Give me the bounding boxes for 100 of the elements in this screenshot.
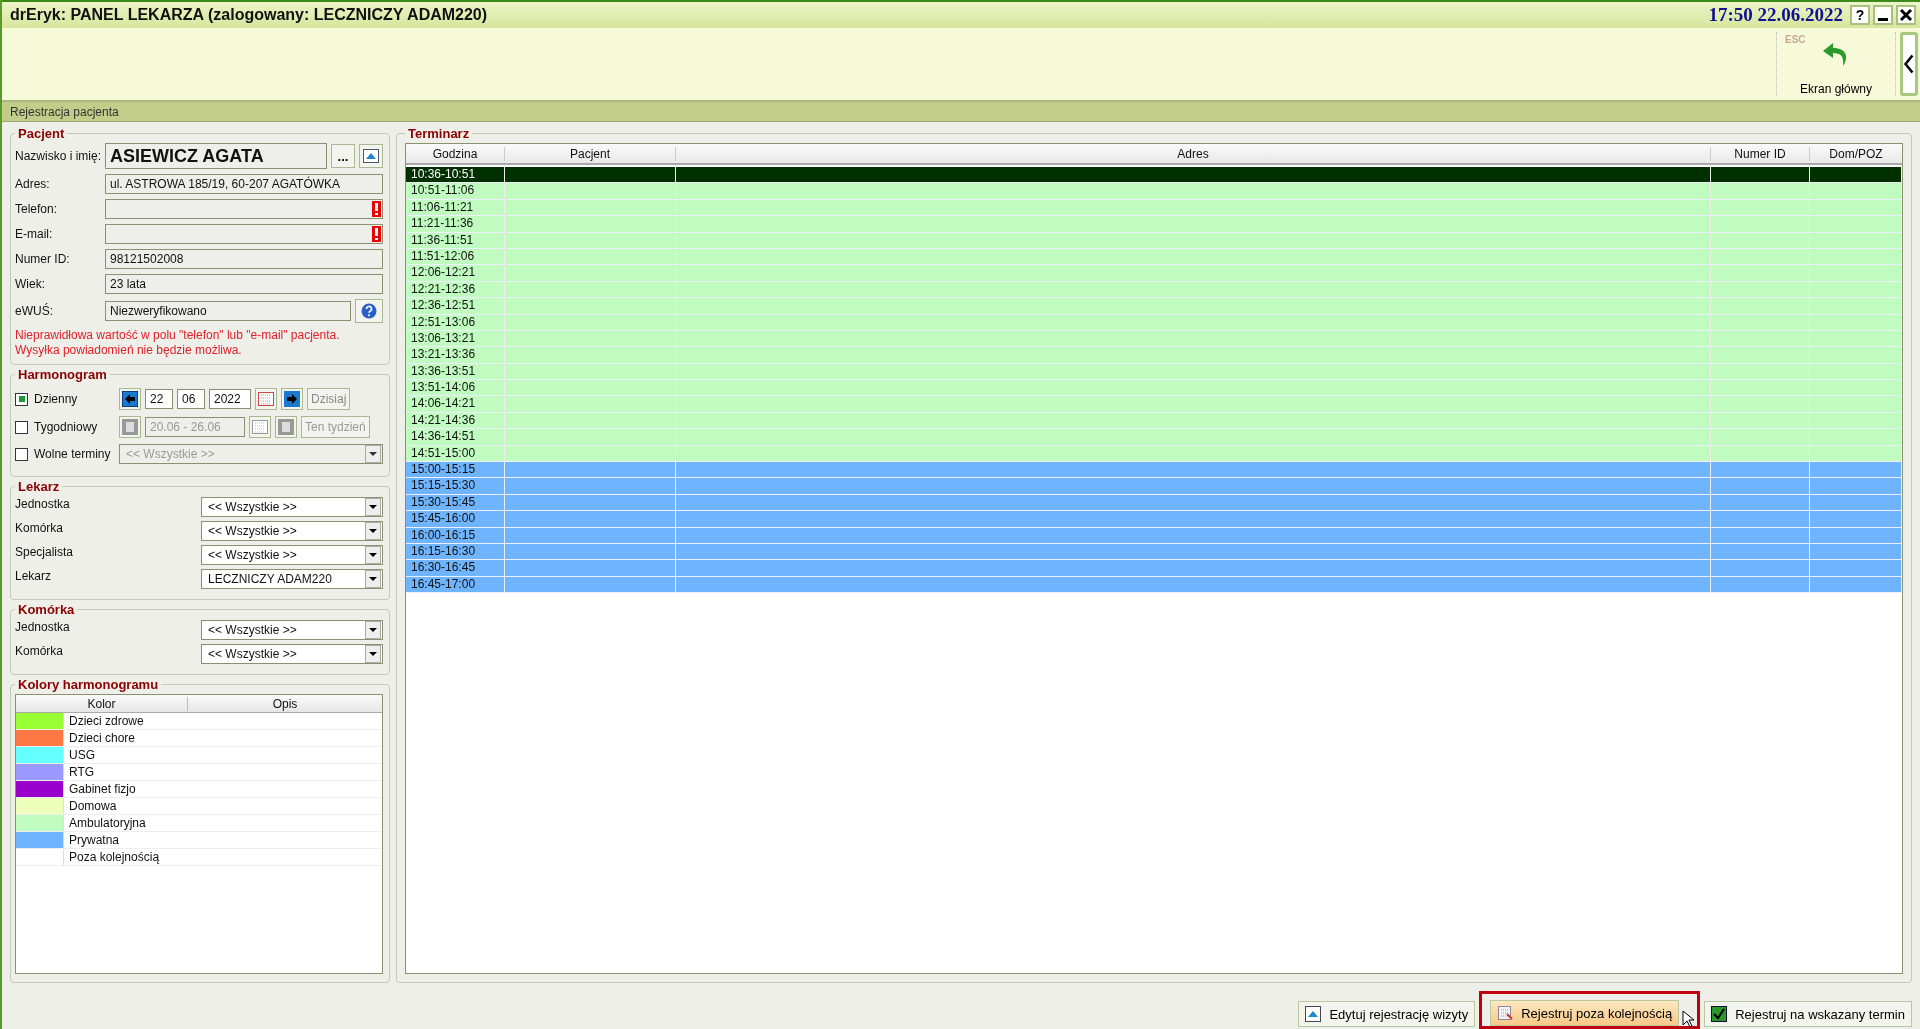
- page-icon: [122, 419, 138, 435]
- dropdown[interactable]: LECZNICZY ADAM220: [201, 569, 383, 589]
- column-header: Kolor: [16, 696, 188, 711]
- checkbox-label: Tygodniowy: [34, 420, 98, 434]
- table-cell: 14:51-15:00: [406, 445, 505, 462]
- field-label: Nazwisko i imię:: [15, 149, 101, 163]
- table-cell-text: Ambulatoryjna: [68, 815, 146, 831]
- minimize-button[interactable]: [1873, 5, 1893, 25]
- table-cell: 15:15-15:30: [406, 478, 505, 494]
- calendar-icon: [252, 420, 268, 434]
- left-arrow-icon: [122, 391, 138, 407]
- dropdown[interactable]: << Wszystkie >>: [201, 521, 383, 541]
- input-field[interactable]: ul. ASTROWA 185/19, 60-207 AGATÓWKA: [105, 174, 383, 194]
- table-cell-text: Dzieci zdrowe: [68, 713, 144, 729]
- warning-message: Nieprawidłowa wartość w polu "telefon" lub "e-mail" pacjenta. Wysyłka powiadomień nie będzie możliwa.: [15, 328, 341, 358]
- calendar-button[interactable]: [255, 388, 277, 410]
- window-title: drEryk: PANEL LEKARZA (zalogowany: LECZNICZY ADAM220): [10, 6, 489, 24]
- input-field[interactable]: 23 lata: [105, 274, 383, 294]
- table-cell: 12:06-12:21: [406, 265, 505, 281]
- table-cell: 15:30-15:45: [406, 494, 505, 511]
- schedule-row[interactable]: 13:51-14:06: [406, 380, 1902, 397]
- table-cell: 11:36-11:51: [406, 232, 505, 248]
- field-label: Lekarz: [15, 569, 52, 583]
- next-button[interactable]: [281, 388, 303, 410]
- input-field[interactable]: [105, 224, 383, 244]
- table-cell: 11:21-11:36: [406, 216, 505, 232]
- field-label: Jednostka: [15, 497, 70, 511]
- close-button[interactable]: [1896, 5, 1916, 25]
- checkbox-label: Wolne terminy: [34, 447, 111, 461]
- table-cell-text: RTG: [68, 764, 95, 780]
- schedule-row[interactable]: 15:00-15:15: [406, 462, 1902, 479]
- field-label: E-mail:: [15, 227, 54, 241]
- schedule-row[interactable]: 11:21-11:36: [406, 216, 1902, 233]
- year-field[interactable]: 2022: [209, 389, 251, 409]
- schedule-row[interactable]: 15:15-15:30: [406, 478, 1902, 495]
- help-button[interactable]: [355, 299, 383, 323]
- checkbox[interactable]: [15, 392, 28, 406]
- table-cell: 16:45-17:00: [406, 576, 505, 593]
- field-label: Wiek:: [15, 277, 46, 291]
- table-cell: 16:15-16:30: [406, 544, 505, 560]
- column-header: Godzina: [406, 146, 505, 161]
- action-button[interactable]: Edytuj rejestrację wizyty: [1298, 1001, 1476, 1027]
- next-week-button[interactable]: [275, 416, 297, 438]
- schedule-row[interactable]: 15:45-16:00: [406, 511, 1902, 528]
- table-cell-text: Domowa: [68, 798, 117, 814]
- field-label: Numer ID:: [15, 252, 71, 266]
- column-header: Opis: [271, 696, 299, 711]
- input-field[interactable]: 98121502008: [105, 249, 383, 269]
- warning-icon: [372, 201, 381, 217]
- group-title: Lekarz: [17, 479, 61, 494]
- month-field[interactable]: 06: [177, 389, 205, 409]
- schedule-row[interactable]: 10:36-10:51: [406, 167, 1902, 184]
- dropdown[interactable]: << Wszystkie >>: [201, 620, 383, 640]
- expand-button[interactable]: [359, 144, 383, 168]
- group-title: Komórka: [17, 602, 76, 617]
- checkmark-icon: [1711, 1006, 1728, 1022]
- previous-week-button[interactable]: [119, 416, 141, 438]
- section-header: Rejestracja pacjenta: [2, 102, 1920, 122]
- table-cell: 15:00-15:15: [406, 462, 505, 478]
- schedule-row[interactable]: 12:06-12:21: [406, 265, 1902, 282]
- list-icon: [1497, 1005, 1514, 1021]
- action-button[interactable]: Rejestruj na wskazany termin: [1704, 1001, 1912, 1027]
- table-cell: 15:45-16:00: [406, 511, 505, 527]
- group-title: Pacjent: [17, 126, 66, 141]
- input-field[interactable]: Niezweryfikowano: [105, 301, 351, 321]
- action-button[interactable]: Rejestruj poza kolejnością: [1490, 1000, 1680, 1026]
- previous-button[interactable]: [119, 388, 141, 410]
- dropdown[interactable]: << Wszystkie >>: [201, 545, 383, 565]
- column-header: Pacjent: [505, 146, 676, 161]
- table-cell: 13:51-14:06: [406, 380, 505, 396]
- schedule-row[interactable]: 12:36-12:51: [406, 298, 1902, 315]
- table-cell: 10:51-11:06: [406, 183, 505, 199]
- calendar-icon: [258, 392, 274, 406]
- calendar-button[interactable]: [249, 416, 271, 438]
- column-header: Adres: [676, 146, 1711, 161]
- minimize-icon: [1878, 17, 1888, 21]
- datetime-text: 17:50 22.06.2022: [1708, 4, 1843, 26]
- table-cell: 16:30-16:45: [406, 560, 505, 576]
- schedule-row[interactable]: 14:36-14:51: [406, 429, 1902, 446]
- field-label: Komórka: [15, 644, 64, 658]
- table-cell: 14:21-14:36: [406, 412, 505, 429]
- table-cell: 11:51-12:06: [406, 248, 505, 265]
- schedule-row[interactable]: 13:21-13:36: [406, 347, 1902, 364]
- table-cell: 12:36-12:51: [406, 298, 505, 314]
- dropdown[interactable]: << Wszystkie >>: [201, 644, 383, 664]
- input-field[interactable]: [105, 199, 383, 219]
- schedule-row[interactable]: 10:51-11:06: [406, 183, 1902, 200]
- schedule-row[interactable]: 16:30-16:45: [406, 560, 1902, 577]
- table-cell-text: Prywatna: [68, 832, 120, 848]
- collapse-button[interactable]: [1900, 32, 1918, 96]
- browse-button[interactable]: ...: [331, 144, 355, 168]
- help-button[interactable]: ?: [1850, 5, 1870, 25]
- day-field[interactable]: 22: [145, 389, 173, 409]
- name-field[interactable]: ASIEWICZ AGATA: [105, 143, 327, 169]
- mouse-cursor-icon: [1682, 1010, 1695, 1028]
- dropdown[interactable]: << Wszystkie >>: [201, 497, 383, 517]
- checkbox-label: Dzienny: [34, 392, 78, 406]
- schedule-row[interactable]: 14:06-14:21: [406, 396, 1902, 413]
- home-button[interactable]: ESC Ekran główny: [1777, 32, 1895, 96]
- table-cell-text: Gabinet fizjo: [68, 781, 136, 797]
